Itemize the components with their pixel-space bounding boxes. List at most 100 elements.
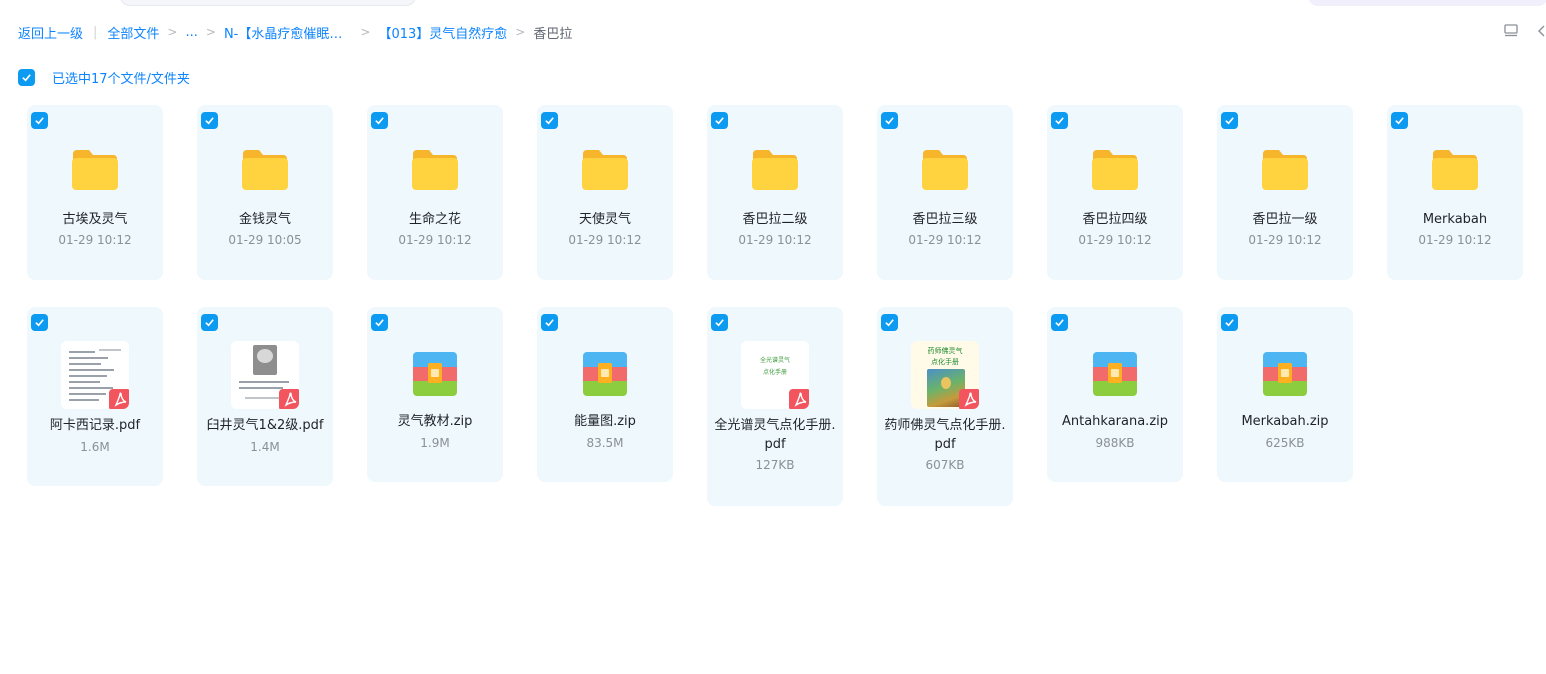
zip-archive-icon <box>583 352 627 400</box>
folder-modified-time: 01-29 10:12 <box>908 233 982 247</box>
folder-card[interactable]: 香巴拉四级 01-29 10:12 <box>1047 105 1183 280</box>
check-icon <box>205 319 214 327</box>
folder-icon <box>1090 148 1140 196</box>
breadcrumb-separator: > <box>167 25 178 39</box>
file-card[interactable]: 全光谱灵气 点化手册 全光谱灵气点化手册.pdf 127KB <box>707 307 843 506</box>
select-all-checkbox[interactable] <box>18 69 35 86</box>
folder-checkbox[interactable] <box>541 112 558 129</box>
file-name: Merkabah.zip <box>1241 414 1329 429</box>
check-icon <box>545 117 554 125</box>
breadcrumb-separator: > <box>205 25 216 39</box>
pdf-badge-icon <box>109 389 129 409</box>
folder-card[interactable]: Merkabah 01-29 10:12 <box>1387 105 1523 280</box>
breadcrumb-all-files[interactable]: 全部文件 <box>107 23 159 42</box>
folder-checkbox[interactable] <box>711 112 728 129</box>
file-card[interactable]: 阿卡西记录.pdf 1.6M <box>27 307 163 486</box>
folder-card[interactable]: 天使灵气 01-29 10:12 <box>537 105 673 280</box>
check-icon <box>885 117 894 125</box>
folder-modified-time: 01-29 10:12 <box>1078 233 1152 247</box>
file-card[interactable]: Merkabah.zip 625KB <box>1217 307 1353 482</box>
folder-checkbox[interactable] <box>1051 112 1068 129</box>
file-card[interactable]: 臼井灵气1&2级.pdf 1.4M <box>197 307 333 486</box>
folder-card[interactable]: 香巴拉二级 01-29 10:12 <box>707 105 843 280</box>
file-size: 607KB <box>925 458 965 472</box>
file-checkbox[interactable] <box>371 314 388 331</box>
folder-checkbox[interactable] <box>1391 112 1408 129</box>
check-icon <box>205 117 214 125</box>
folder-card[interactable]: 香巴拉三级 01-29 10:12 <box>877 105 1013 280</box>
folder-icon <box>1260 148 1310 196</box>
folder-icon <box>750 148 800 196</box>
selection-bar: 已选中17个文件/文件夹 <box>18 68 190 87</box>
pdf-thumbnail <box>61 341 129 409</box>
thumbnail-title: 全光谱灵气 <box>759 357 790 364</box>
folder-name: 古埃及灵气 <box>62 212 128 227</box>
folder-name: 香巴拉三级 <box>912 212 978 227</box>
folder-card[interactable]: 香巴拉一级 01-29 10:12 <box>1217 105 1353 280</box>
pdf-thumbnail: 药师佛灵气 点化手册 <box>911 341 979 409</box>
breadcrumb-folder-reiki[interactable]: 【013】灵气自然疗愈 <box>378 23 507 42</box>
folder-checkbox[interactable] <box>881 112 898 129</box>
check-icon <box>1225 319 1234 327</box>
zip-archive-icon <box>1093 352 1137 400</box>
folder-modified-time: 01-29 10:12 <box>1418 233 1492 247</box>
file-checkbox[interactable] <box>31 314 48 331</box>
folder-modified-time: 01-29 10:12 <box>1248 233 1322 247</box>
folder-name: 金钱灵气 <box>238 212 291 227</box>
file-checkbox[interactable] <box>201 314 218 331</box>
top-search-bar-fragment <box>120 0 416 6</box>
folder-modified-time: 01-29 10:12 <box>398 233 472 247</box>
check-icon <box>1395 117 1404 125</box>
folder-modified-time: 01-29 10:05 <box>228 233 302 247</box>
folder-icon <box>240 148 290 196</box>
breadcrumb-current: 香巴拉 <box>533 26 573 42</box>
folder-name: 香巴拉一级 <box>1252 212 1318 227</box>
breadcrumb-separator: > <box>360 25 371 39</box>
back-link[interactable]: 返回上一级 <box>18 23 83 42</box>
folder-checkbox[interactable] <box>1221 112 1238 129</box>
folder-name: 香巴拉二级 <box>742 212 808 227</box>
folder-card[interactable]: 生命之花 01-29 10:12 <box>367 105 503 280</box>
file-name: 全光谱灵气点化手册.pdf <box>714 418 836 452</box>
file-card[interactable]: 药师佛灵气 点化手册 药师佛灵气点化手册.pdf 607KB <box>877 307 1013 506</box>
folder-card[interactable]: 古埃及灵气 01-29 10:12 <box>27 105 163 280</box>
folder-name: 生命之花 <box>408 212 461 227</box>
check-icon <box>375 319 384 327</box>
file-size: 1.9M <box>420 436 450 450</box>
folder-icon <box>580 148 630 196</box>
folder-checkbox[interactable] <box>31 112 48 129</box>
check-icon <box>35 117 44 125</box>
folder-modified-time: 01-29 10:12 <box>738 233 812 247</box>
check-icon <box>1225 117 1234 125</box>
file-card[interactable]: 灵气教材.zip 1.9M <box>367 307 503 482</box>
file-checkbox[interactable] <box>541 314 558 331</box>
folder-checkbox[interactable] <box>201 112 218 129</box>
check-icon <box>1055 319 1064 327</box>
check-icon <box>545 319 554 327</box>
file-name: 能量图.zip <box>574 414 636 429</box>
file-name: 灵气教材.zip <box>397 414 473 429</box>
file-checkbox[interactable] <box>1221 314 1238 331</box>
folder-card[interactable]: 金钱灵气 01-29 10:05 <box>197 105 333 280</box>
breadcrumb: 返回上一级 | 全部文件 > ... > N-【水晶疗愈催眠… > 【013】灵… <box>18 22 572 42</box>
check-icon <box>715 319 724 327</box>
file-card[interactable]: 能量图.zip 83.5M <box>537 307 673 482</box>
file-name: 阿卡西记录.pdf <box>49 418 141 433</box>
pdf-thumbnail: 全光谱灵气 点化手册 <box>741 341 809 409</box>
folder-checkbox[interactable] <box>371 112 388 129</box>
breadcrumb-folder-crystal[interactable]: N-【水晶疗愈催眠… <box>224 23 342 42</box>
file-checkbox[interactable] <box>711 314 728 331</box>
file-checkbox[interactable] <box>1051 314 1068 331</box>
file-size: 1.4M <box>250 440 280 454</box>
file-size: 988KB <box>1095 436 1135 450</box>
file-card[interactable]: Antahkarana.zip 988KB <box>1047 307 1183 482</box>
list-view-icon[interactable] <box>1502 23 1520 39</box>
folder-icon <box>1430 148 1480 196</box>
breadcrumb-ellipsis[interactable]: ... <box>185 25 197 40</box>
folder-modified-time: 01-29 10:12 <box>58 233 132 247</box>
folder-name: Merkabah <box>1422 212 1488 227</box>
file-checkbox[interactable] <box>881 314 898 331</box>
pdf-badge-icon <box>789 389 809 409</box>
chevron-left-icon[interactable] <box>1536 23 1546 39</box>
thumbnail-subtitle: 点化手册 <box>762 369 787 376</box>
